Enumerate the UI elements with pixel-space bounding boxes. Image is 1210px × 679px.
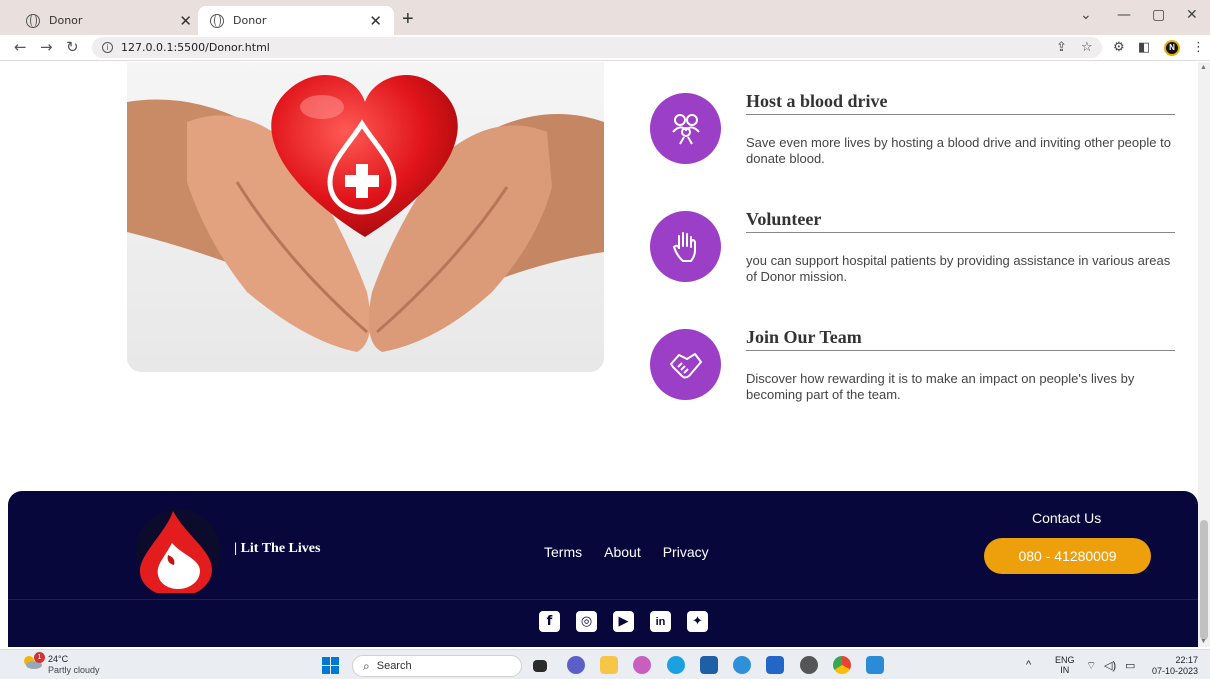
- lang-top: ENG: [1055, 655, 1075, 665]
- globe-icon: [210, 13, 224, 28]
- feature-title: Join Our Team: [746, 327, 1175, 351]
- feature-icon-circle: [650, 93, 721, 164]
- bookmark-star-icon[interactable]: ☆: [1081, 40, 1093, 55]
- weather-badge: 1: [34, 652, 45, 663]
- wifi-icon[interactable]: ⌔: [1086, 659, 1096, 673]
- edge-browser-icon[interactable]: [667, 656, 685, 674]
- footer-link-privacy[interactable]: Privacy: [663, 544, 709, 560]
- profile-avatar[interactable]: N: [1164, 40, 1180, 56]
- store-icon[interactable]: [700, 656, 718, 674]
- scroll-thumb[interactable]: [1200, 520, 1208, 640]
- photos-icon[interactable]: [866, 656, 884, 674]
- blood-drop-logo-icon: [136, 509, 220, 597]
- reload-icon[interactable]: ↻: [66, 38, 79, 56]
- taskbar-search-placeholder: Search: [376, 660, 412, 672]
- minimize-icon[interactable]: —: [1117, 7, 1131, 23]
- site-logo[interactable]: [128, 503, 228, 597]
- instagram-icon[interactable]: ◎: [576, 611, 597, 632]
- taskbar-search[interactable]: ⌕ Search: [352, 655, 522, 677]
- clock-date: 07-10-2023: [1151, 666, 1198, 676]
- browser-tab-2[interactable]: Donor ✕: [198, 6, 394, 35]
- scroll-up-icon[interactable]: ▲: [1200, 64, 1207, 71]
- volume-icon[interactable]: ◁): [1104, 659, 1116, 672]
- extensions-icon[interactable]: ⚙: [1113, 40, 1125, 55]
- search-icon: ⌕: [363, 658, 370, 673]
- settings-gear-icon[interactable]: [800, 656, 818, 674]
- side-panel-icon[interactable]: ◧: [1138, 40, 1150, 55]
- footer-link-about[interactable]: About: [604, 544, 641, 560]
- messaging-app-icon[interactable]: [766, 656, 784, 674]
- file-explorer-icon[interactable]: [600, 656, 618, 674]
- clock-time: 22:17: [1175, 655, 1198, 665]
- start-button[interactable]: [322, 657, 339, 674]
- lang-bottom: IN: [1060, 665, 1070, 675]
- feature-icon-circle: [650, 329, 721, 400]
- site-footer: | Lit The Lives Terms About Privacy Cont…: [8, 491, 1198, 647]
- globe-icon: [26, 13, 40, 28]
- social-links: f ◎ ▶ in ✦: [539, 611, 708, 632]
- feature-title: Volunteer: [746, 209, 1175, 233]
- share-icon[interactable]: ⇪: [1056, 40, 1067, 55]
- tab-title: Donor: [233, 14, 267, 27]
- feature-description: Discover how rewarding it is to make an …: [746, 371, 1135, 402]
- chrome-icon[interactable]: [833, 656, 851, 674]
- close-tab-icon[interactable]: ✕: [179, 12, 192, 30]
- feature-title: Host a blood drive: [746, 91, 1175, 115]
- new-tab-button[interactable]: +: [402, 8, 414, 31]
- feedback-app-icon[interactable]: [733, 656, 751, 674]
- scroll-down-icon[interactable]: ▼: [1200, 638, 1207, 645]
- menu-icon[interactable]: ⋮: [1192, 40, 1205, 55]
- url-text: 127.0.0.1:5500/Donor.html: [121, 41, 270, 54]
- close-window-icon[interactable]: ✕: [1186, 7, 1198, 23]
- feature-description: Save even more lives by hosting a blood …: [746, 135, 1171, 166]
- twitter-icon[interactable]: ✦: [687, 611, 708, 632]
- group-icon: [671, 113, 700, 144]
- teams-chat-icon[interactable]: [567, 656, 585, 674]
- paint-app-icon[interactable]: [633, 656, 651, 674]
- handshake-icon: [669, 352, 702, 378]
- footer-link-terms[interactable]: Terms: [544, 544, 582, 560]
- footer-links: Terms About Privacy: [544, 544, 709, 560]
- forward-icon[interactable]: →: [40, 38, 53, 56]
- phone-button[interactable]: 080 - 41280009: [984, 538, 1151, 574]
- feature-description: you can support hospital patients by pro…: [746, 253, 1171, 284]
- task-view-icon[interactable]: [533, 660, 547, 672]
- clock[interactable]: 22:17 07-10-2023: [1148, 655, 1198, 677]
- tab-search-icon[interactable]: ⌄: [1080, 7, 1092, 23]
- contact-title: Contact Us: [1032, 510, 1102, 526]
- weather-temp: 24°C: [48, 654, 69, 664]
- tray-overflow-icon[interactable]: ^: [1026, 659, 1031, 671]
- address-toolbar: ← → ↻ i 127.0.0.1:5500/Donor.html ⇪ ☆ ⚙ …: [0, 35, 1210, 61]
- brand-name: | Lit The Lives: [234, 541, 321, 556]
- windows-taskbar: 1 24°C Partly cloudy ⌕ Search ^ ENG IN ⌔…: [0, 649, 1210, 679]
- hero-image: [127, 62, 604, 372]
- heart-in-hands-illustration: [127, 75, 604, 352]
- restore-icon[interactable]: ▢: [1152, 7, 1165, 23]
- tab-title: Donor: [49, 14, 83, 27]
- youtube-icon[interactable]: ▶: [613, 611, 634, 632]
- close-tab-icon[interactable]: ✕: [369, 12, 382, 30]
- footer-divider: [8, 599, 1198, 600]
- feature-icon-circle: [650, 211, 721, 282]
- hand-icon: [672, 231, 696, 262]
- facebook-icon[interactable]: f: [539, 611, 560, 632]
- back-icon[interactable]: ←: [14, 38, 27, 56]
- weather-desc: Partly cloudy: [48, 665, 100, 675]
- site-info-icon[interactable]: i: [102, 42, 113, 53]
- page-scrollbar[interactable]: ▲ ▼: [1198, 62, 1210, 647]
- browser-tab-bar: Donor ✕ Donor ✕ + ⌄ — ▢ ✕: [0, 0, 1210, 35]
- linkedin-icon[interactable]: in: [650, 611, 671, 632]
- browser-tab-1[interactable]: Donor ✕: [14, 6, 204, 35]
- battery-icon[interactable]: ▭: [1125, 659, 1135, 672]
- language-indicator[interactable]: ENG IN: [1055, 655, 1075, 675]
- url-input[interactable]: i 127.0.0.1:5500/Donor.html: [92, 37, 1102, 58]
